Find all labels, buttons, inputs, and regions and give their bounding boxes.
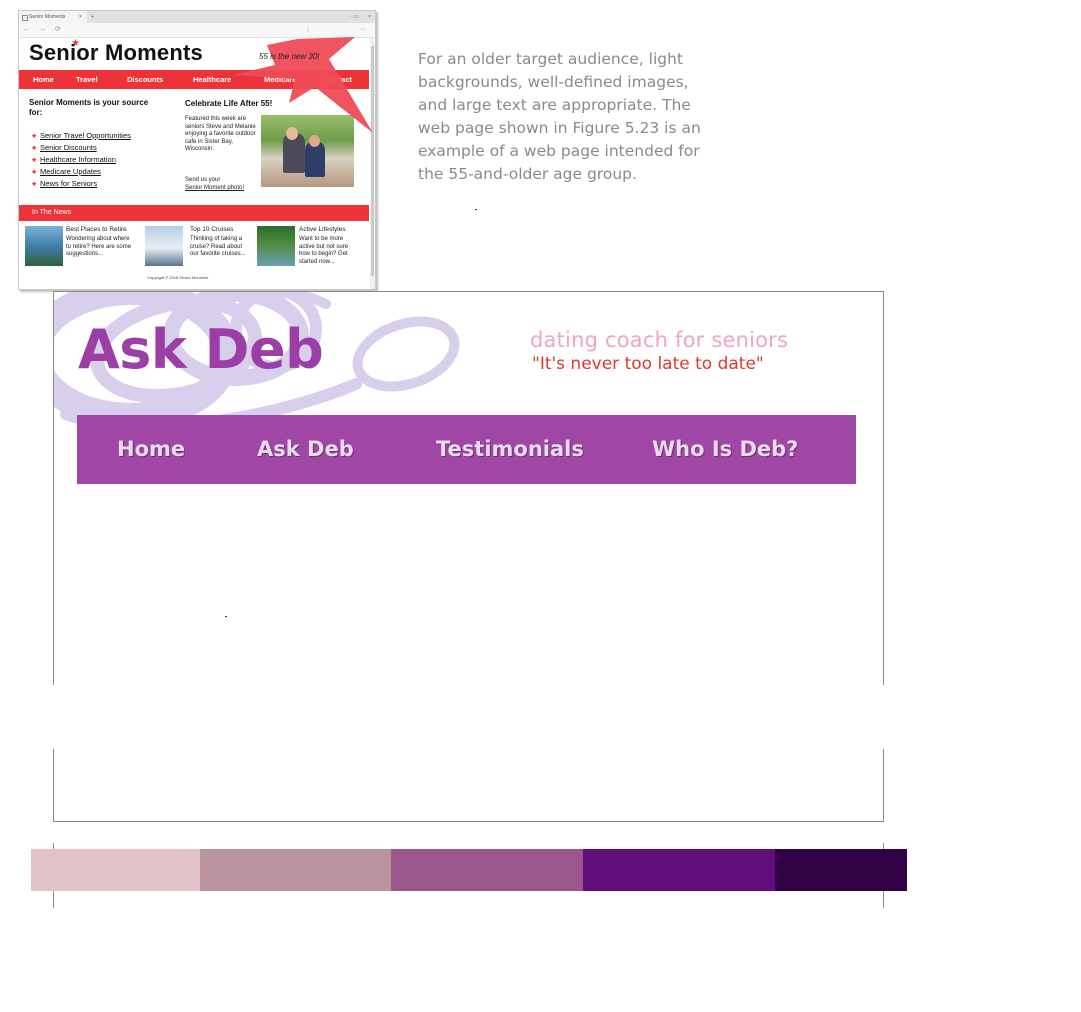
palette-swatch-5: [775, 849, 907, 891]
stray-dot: [475, 209, 477, 210]
ask-deb-quote: "It's never too late to date": [532, 354, 764, 374]
site-tagline: 55 is the new 30!: [259, 52, 320, 61]
palette-swatch-4: [583, 849, 775, 891]
browser-tab-bar: Senior Moments × + ▫ ▭ ×: [19, 11, 375, 23]
news-image-active: [257, 226, 295, 266]
list-item[interactable]: News for Seniors: [31, 178, 131, 190]
ask-deb-nav: Home Ask Deb Testimonials Who Is Deb?: [77, 415, 856, 484]
tab-close-icon[interactable]: ×: [79, 11, 82, 23]
site-title: Senior Moments: [29, 40, 203, 65]
tab-title: Senior Moments: [29, 14, 66, 20]
list-item[interactable]: Medicare Updates: [31, 166, 131, 178]
refresh-icon[interactable]: ⟳: [55, 23, 61, 37]
frame-gap: [50, 685, 890, 749]
window-controls-icon[interactable]: ▫ ▭: [351, 11, 359, 23]
browser-nav-bar: ← → ⟳ | ···: [19, 23, 375, 38]
forward-icon[interactable]: →: [39, 23, 46, 37]
back-icon[interactable]: ←: [23, 23, 30, 37]
send-text: Send us your: [185, 177, 221, 183]
list-item[interactable]: Healthcare Information: [31, 154, 131, 166]
color-palette: [31, 849, 907, 891]
nav-travel[interactable]: Travel: [76, 70, 98, 89]
send-photo-link[interactable]: Senior Moment photo!: [185, 185, 244, 193]
news-body: Want to be more active but not sure how …: [299, 236, 349, 265]
nav-home[interactable]: Home: [117, 415, 185, 484]
window-close-icon[interactable]: ×: [368, 11, 371, 23]
source-list: Senior Travel Opportunities Senior Disco…: [31, 130, 131, 190]
news-image-cruise: [145, 226, 183, 266]
list-item[interactable]: Senior Discounts: [31, 142, 131, 154]
browser-tab[interactable]: Senior Moments ×: [19, 11, 87, 23]
news-title[interactable]: Best Places to Retire: [66, 226, 127, 234]
palette-swatch-2: [200, 849, 391, 891]
ask-deb-title: Ask Deb: [78, 318, 324, 381]
news-bar: In The News: [19, 205, 369, 221]
more-icon[interactable]: ···: [359, 23, 366, 37]
news-body: Wondering about where to retire? Here ar…: [66, 236, 132, 257]
ask-deb-tagline: dating coach for seniors: [530, 328, 789, 352]
news-image-retire: [25, 226, 63, 266]
senior-moments-screenshot: Senior Moments × + ▫ ▭ × ← → ⟳ | ··· ★ S…: [18, 10, 376, 290]
list-item[interactable]: Senior Travel Opportunities: [31, 130, 131, 142]
crop-mark: [53, 891, 54, 908]
new-tab-icon[interactable]: +: [91, 11, 94, 23]
nav-discounts[interactable]: Discounts: [127, 70, 163, 89]
address-divider: |: [307, 26, 309, 33]
news-title[interactable]: Top 10 Cruises: [190, 226, 233, 234]
intro-paragraph: For an older target audience, light back…: [418, 50, 701, 183]
page-icon: [22, 15, 28, 21]
nav-healthcare[interactable]: Healthcare: [193, 70, 231, 89]
nav-home[interactable]: Home: [33, 70, 54, 89]
nav-testimonials[interactable]: Testimonials: [436, 415, 584, 484]
news-title[interactable]: Active Lifestyles: [299, 226, 346, 234]
source-heading: Senior Moments is your source for:: [29, 98, 149, 117]
nav-ask-deb[interactable]: Ask Deb: [257, 415, 354, 484]
crop-mark: [883, 891, 884, 908]
crop-mark: [53, 843, 54, 849]
news-body: Thinking of taking a cruise? Read about …: [190, 236, 246, 257]
stray-dot: [225, 616, 227, 617]
crop-mark: [883, 843, 884, 849]
nav-who-is-deb[interactable]: Who Is Deb?: [652, 415, 798, 484]
copyright: Copyright © 2018 Senior Moments: [147, 275, 209, 280]
palette-swatch-1: [31, 849, 200, 891]
palette-swatch-3: [391, 849, 583, 891]
news-heading: In The News: [32, 209, 72, 216]
senior-moments-page: ★ Senior Moments 55 is the new 30! Home …: [19, 37, 373, 289]
